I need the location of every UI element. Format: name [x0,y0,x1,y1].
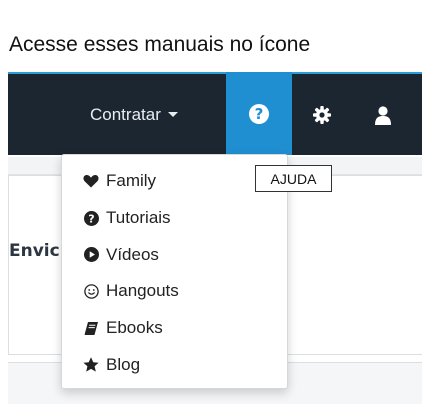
menu-item-blog[interactable]: Blog [62,346,287,383]
contratar-menu[interactable]: Contratar [90,74,178,155]
caption-text: Acesse esses manuais no ícone [9,33,311,56]
caret-down-icon [167,112,178,117]
menu-item-hangouts[interactable]: Hangouts [62,273,287,310]
star-icon [82,356,100,374]
menu-item-videos[interactable]: Vídeos [62,236,287,273]
play-circle-icon [82,246,100,264]
smiley-icon [82,282,100,300]
menu-item-label: Tutoriais [106,208,171,228]
settings-button[interactable] [294,74,349,155]
book-icon [82,319,100,337]
menu-item-ebooks[interactable]: Ebooks [62,310,287,347]
menu-item-family[interactable]: Family [62,163,287,200]
contratar-dropdown-menu: Family ? Tutoriais Vídeos Hangouts Ebook… [61,154,288,389]
menu-item-label: Vídeos [106,244,159,264]
contratar-label: Contratar [90,104,161,124]
panel-text: Envic [9,241,60,261]
menu-item-label: Ebooks [106,318,163,338]
question-circle-icon: ? [82,209,100,227]
menu-item-label: Family [106,171,157,191]
user-button[interactable] [358,74,408,155]
question-circle-icon: ? [249,103,269,124]
menu-item-label: Blog [106,354,141,374]
user-icon [375,105,391,125]
menu-item-label: Hangouts [106,281,179,301]
help-button[interactable]: ? [226,72,292,155]
menu-item-tutoriais[interactable]: ? Tutoriais [62,200,287,237]
svg-text:?: ? [88,212,94,225]
help-tooltip: AJUDA [255,165,332,192]
gear-icon [312,105,331,124]
heart-icon [82,172,100,190]
top-navbar: Contratar ? [8,72,422,155]
